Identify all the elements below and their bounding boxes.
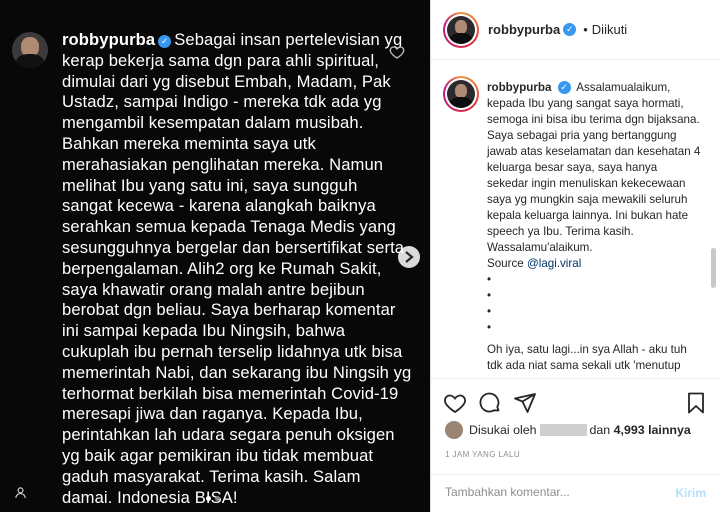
caption-avatar[interactable]: [443, 76, 479, 112]
scrollbar-thumb[interactable]: [711, 248, 716, 288]
image-comment-body: Sebagai insan pertelevisian yg kerap bek…: [62, 30, 412, 507]
reply-icon: [14, 486, 27, 504]
heart-icon[interactable]: [443, 391, 467, 420]
caption-more-text: Oh iya, satu lagi...in sya Allah - aku t…: [487, 343, 687, 372]
caption-username[interactable]: robbypurba: [487, 81, 551, 94]
actions-area: Disukai oleh dan 4,993 lainnya 1 JAM YAN…: [431, 378, 720, 474]
comment-icon[interactable]: [478, 391, 502, 420]
chevron-right-icon: [405, 251, 414, 263]
image-username: robbypurba: [62, 30, 156, 49]
likes-summary: Disukai oleh dan 4,993 lainnya: [445, 421, 691, 439]
likes-middle: dan: [589, 423, 611, 437]
caption-bullet: •: [487, 289, 492, 302]
heart-icon: [389, 44, 405, 65]
bookmark-icon[interactable]: [684, 391, 708, 420]
liker-avatar[interactable]: [445, 421, 463, 439]
blurred-username[interactable]: [539, 424, 587, 436]
caption-text: Assalamualaikum, kepada Ibu yang sangat …: [487, 81, 701, 254]
next-arrow-button[interactable]: [398, 246, 420, 268]
carousel-dot: [215, 496, 220, 501]
header-avatar[interactable]: [443, 11, 479, 48]
verified-icon: ✓: [557, 81, 571, 94]
post-panel: robbypurba ✓ • Diikuti robbypurba ✓ Assa…: [430, 0, 720, 512]
caption-bullet: •: [487, 273, 492, 286]
post-comment-button[interactable]: Kirim: [675, 486, 706, 500]
caption-source-prefix: Source: [487, 257, 527, 270]
action-row: [443, 391, 708, 417]
image-avatar: [12, 32, 48, 68]
share-icon[interactable]: [513, 391, 537, 420]
post-timestamp: 1 JAM YANG LALU: [445, 450, 521, 459]
header-username[interactable]: robbypurba: [488, 22, 560, 37]
post-header: robbypurba ✓ • Diikuti: [431, 0, 720, 60]
caption: robbypurba ✓ Assalamualaikum, kepada Ibu…: [487, 80, 701, 374]
likes-prefix: Disukai oleh: [469, 423, 537, 437]
post-image: robbypurba ✓ Sebagai insan pertelevisian y…: [0, 0, 430, 512]
header-separator: •: [583, 22, 588, 37]
verified-icon: ✓: [563, 23, 577, 36]
comments-area[interactable]: robbypurba ✓ Assalamualaikum, kepada Ibu…: [431, 68, 720, 378]
likes-count[interactable]: 4,993 lainnya: [614, 423, 691, 437]
carousel-dot-active: [206, 496, 211, 501]
verified-icon: ✓: [158, 35, 172, 48]
comment-box: Kirim: [431, 474, 720, 512]
comment-input[interactable]: [445, 485, 645, 499]
caption-source-link[interactable]: @lagi.viral: [527, 257, 581, 270]
caption-bullet: •: [487, 321, 492, 334]
follow-status-button[interactable]: Diikuti: [592, 22, 627, 37]
image-comment: robbypurba ✓ Sebagai insan pertelevisian y…: [62, 30, 412, 508]
caption-bullet: •: [487, 305, 492, 318]
carousel-dots: [206, 496, 220, 501]
